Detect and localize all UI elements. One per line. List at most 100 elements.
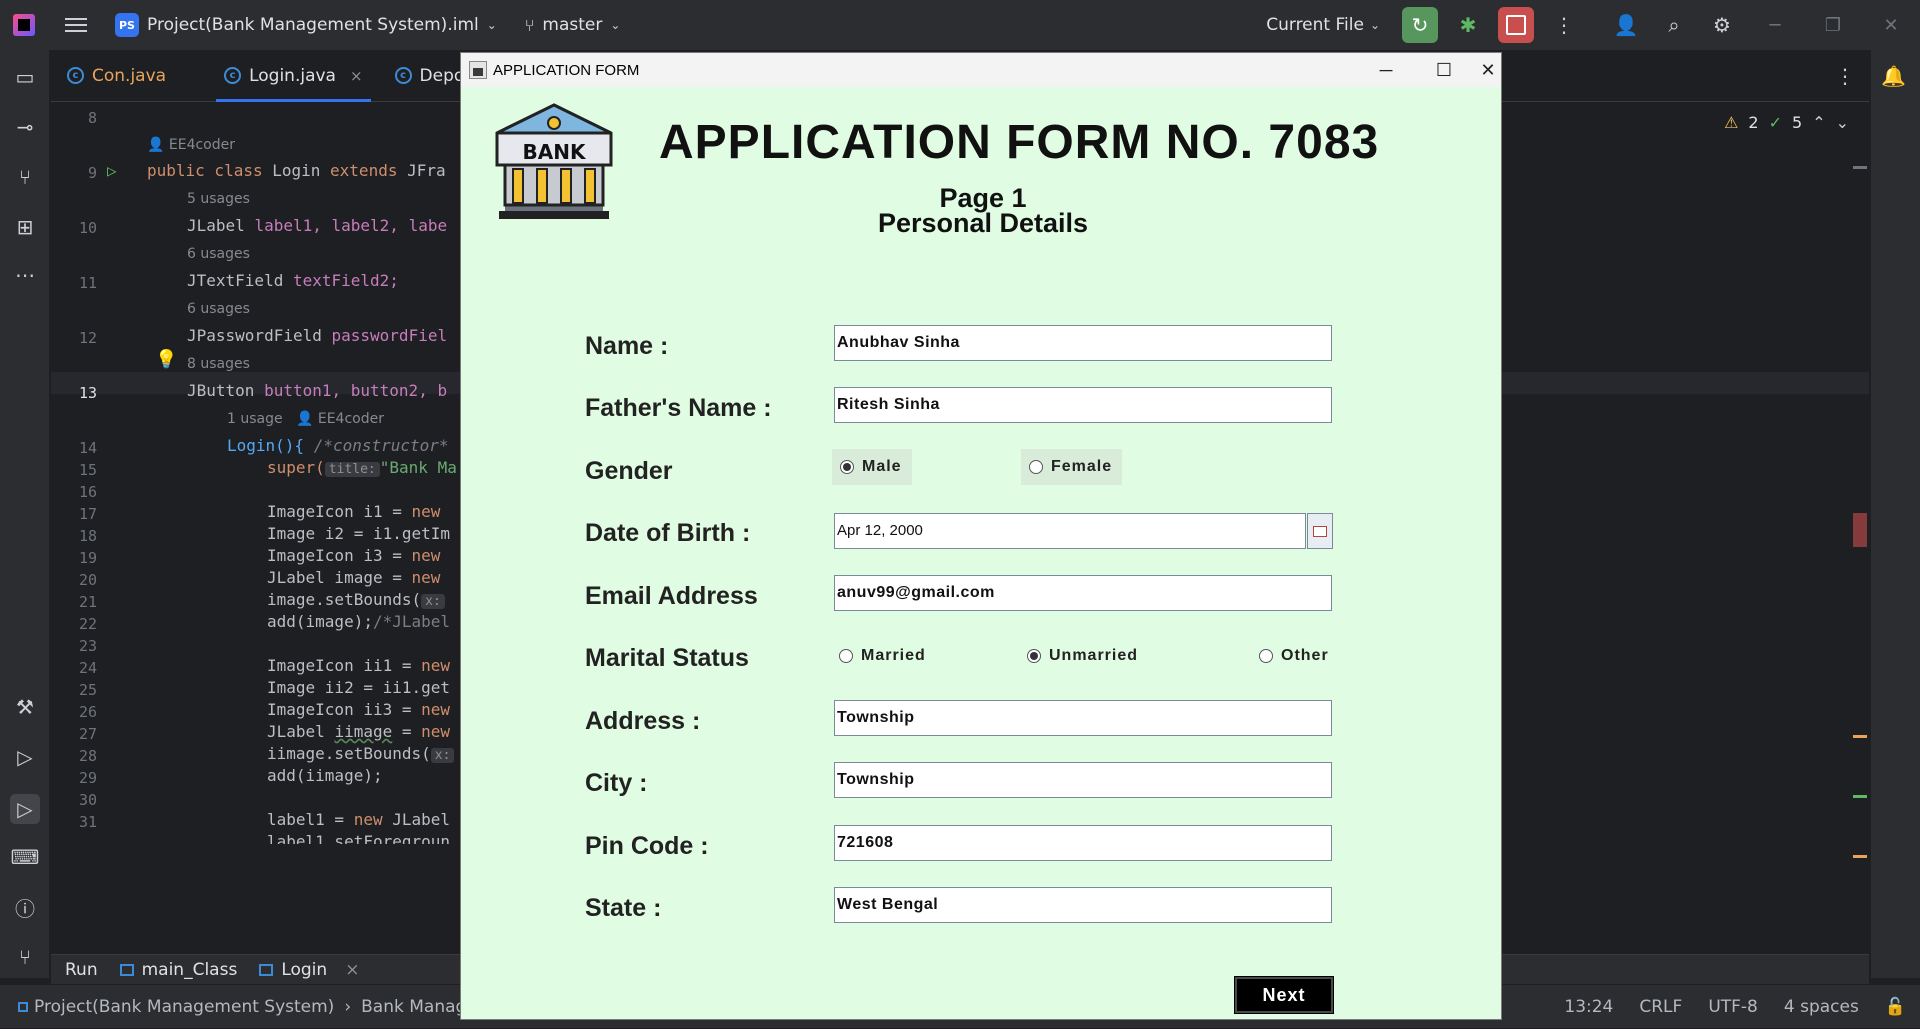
run-gutter-icon[interactable]: ▷ (107, 161, 117, 180)
code-line: label1 = new JLabel (267, 810, 451, 829)
line-number: 11 (78, 274, 97, 292)
class-icon: c (394, 67, 412, 84)
usages-hint[interactable]: 6 usages (187, 301, 250, 317)
line-number: 20 (78, 571, 97, 589)
name-field[interactable]: Anubhav Sinha (834, 325, 1332, 361)
check-count: 5 (1792, 113, 1803, 132)
next-highlight-icon[interactable]: ⌄ (1836, 113, 1849, 132)
radio-dot (1259, 649, 1273, 663)
usages-hint[interactable]: 6 usages (187, 246, 250, 262)
close-icon[interactable]: ✕ (1862, 15, 1920, 36)
tab-con-java[interactable]: c Con.java (51, 50, 182, 102)
debug-icon[interactable]: ✱ (1450, 7, 1486, 43)
usages-hint[interactable]: 5 usages (187, 191, 250, 207)
lock-icon[interactable]: 🔓 (1885, 997, 1906, 1017)
state-label: State : (585, 894, 662, 922)
stop-icon[interactable] (1498, 7, 1534, 43)
folder-icon[interactable]: ▭ (12, 64, 38, 90)
next-button[interactable]: Next (1234, 976, 1334, 1014)
app-icon (119, 963, 134, 976)
indent-setting[interactable]: 4 spaces (1784, 997, 1859, 1017)
close-tab-icon[interactable]: × (345, 960, 359, 980)
pull-request-icon[interactable]: ⑂ (12, 164, 38, 190)
line-number: 9 (87, 164, 97, 182)
git-icon[interactable]: ⑂ (12, 944, 38, 970)
code-line: JLabel label1, label2, labe (187, 216, 448, 235)
run-tab-main-class[interactable]: main_Class (119, 960, 237, 980)
address-field[interactable]: Township (834, 700, 1332, 736)
radio-label: Unmarried (1049, 647, 1139, 664)
email-field[interactable]: anuv99@gmail.com (834, 575, 1332, 611)
marital-other-radio[interactable]: Other (1259, 647, 1329, 665)
minimize-icon[interactable]: ─ (1357, 53, 1415, 87)
gender-female-radio[interactable]: Female (1021, 449, 1123, 485)
breadcrumb-project[interactable]: Project(Bank Management System) (34, 997, 334, 1017)
rerun-icon[interactable]: ↻ (1402, 7, 1438, 43)
tab-login-java[interactable]: c Login.java × (208, 50, 378, 102)
marital-married-radio[interactable]: Married (839, 647, 926, 665)
project-selector[interactable]: PS Project(Bank Management System).iml ⌄ (115, 13, 497, 37)
radio-dot (840, 460, 854, 474)
run-tab-login[interactable]: Login × (259, 960, 359, 980)
problems-icon[interactable]: ⓘ (12, 894, 38, 921)
main-menu-icon[interactable] (65, 18, 87, 32)
usages-hint[interactable]: 8 usages (187, 356, 250, 372)
breadcrumb-separator-icon: › (344, 996, 352, 1017)
add-user-icon[interactable]: 👤 (1608, 7, 1644, 43)
run-tab-label: Login (281, 959, 328, 980)
more-tools-icon[interactable]: ⋯ (12, 262, 38, 288)
more-icon[interactable]: ⋮ (1546, 7, 1582, 43)
close-icon[interactable]: ✕ (1473, 53, 1501, 87)
prev-highlight-icon[interactable]: ⌃ (1812, 113, 1825, 132)
line-separator[interactable]: CRLF (1639, 997, 1682, 1017)
code-line: JLabel image = new (267, 568, 441, 587)
code-line: Image i2 = i1.getIm (267, 524, 451, 543)
code-line: JTextField textField2; (187, 271, 399, 290)
radio-label: Male (862, 458, 902, 475)
gear-icon[interactable]: ⚙ (1704, 7, 1740, 43)
marital-unmarried-radio[interactable]: Unmarried (1027, 647, 1138, 665)
file-encoding[interactable]: UTF-8 (1708, 997, 1758, 1017)
state-field[interactable]: West Bengal (834, 887, 1332, 923)
dob-field[interactable]: Apr 12, 2000 (834, 513, 1306, 549)
notifications-icon[interactable]: 🔔 (1881, 64, 1906, 88)
minimize-icon[interactable]: ─ (1746, 15, 1804, 36)
run-label[interactable]: Run (65, 960, 98, 980)
search-icon[interactable]: ⌕ (1656, 7, 1692, 43)
city-field[interactable]: Township (834, 762, 1332, 798)
commit-icon[interactable]: ⊸ (12, 114, 38, 140)
calendar-icon[interactable] (1307, 513, 1333, 549)
code-line: JLabel iimage = new (267, 722, 451, 741)
warning-icon: ⚠ (1724, 113, 1739, 132)
usages-hint[interactable]: 1 usage 👤 EE4coder (227, 411, 384, 427)
code-line: ImageIcon ii3 = new (267, 700, 451, 719)
pin-code-label: Pin Code : (585, 832, 709, 860)
pin-code-field[interactable]: 721608 (834, 825, 1332, 861)
line-number: 25 (78, 681, 97, 699)
line-number: 10 (78, 219, 97, 237)
caret-position[interactable]: 13:24 (1564, 997, 1613, 1017)
father-name-field[interactable]: Ritesh Sinha (834, 387, 1332, 423)
close-tab-icon[interactable]: × (350, 67, 363, 85)
inspection-widget[interactable]: ⚠ 2 ✓ 5 ⌃ ⌄ (1724, 113, 1849, 132)
email-label: Email Address (585, 582, 758, 610)
structure-icon[interactable]: ⊞ (12, 214, 38, 240)
chevron-down-icon: ⌄ (610, 18, 621, 32)
radio-dot (1029, 460, 1043, 474)
restore-icon[interactable]: ❐ (1804, 15, 1862, 36)
form-heading: APPLICATION FORM NO. 7083 (659, 116, 1380, 169)
tabs-more-icon[interactable]: ⋮ (1835, 64, 1855, 88)
run-config-selector[interactable]: Current File ⌄ (1266, 15, 1380, 35)
run-icon[interactable]: ▷ (10, 794, 40, 824)
line-number: 27 (78, 725, 97, 743)
branch-selector[interactable]: ⑂ master ⌄ (525, 15, 621, 35)
address-label: Address : (585, 707, 701, 735)
build-icon[interactable]: ⚒ (12, 694, 38, 720)
run-config-label: Current File (1266, 15, 1364, 35)
services-icon[interactable]: ▷ (12, 744, 38, 770)
terminal-icon[interactable]: ⌨ (11, 844, 40, 870)
class-icon: c (224, 67, 242, 84)
gender-male-radio[interactable]: Male (832, 449, 912, 485)
maximize-icon[interactable]: ☐ (1415, 53, 1473, 87)
window-title: APPLICATION FORM (493, 61, 640, 79)
